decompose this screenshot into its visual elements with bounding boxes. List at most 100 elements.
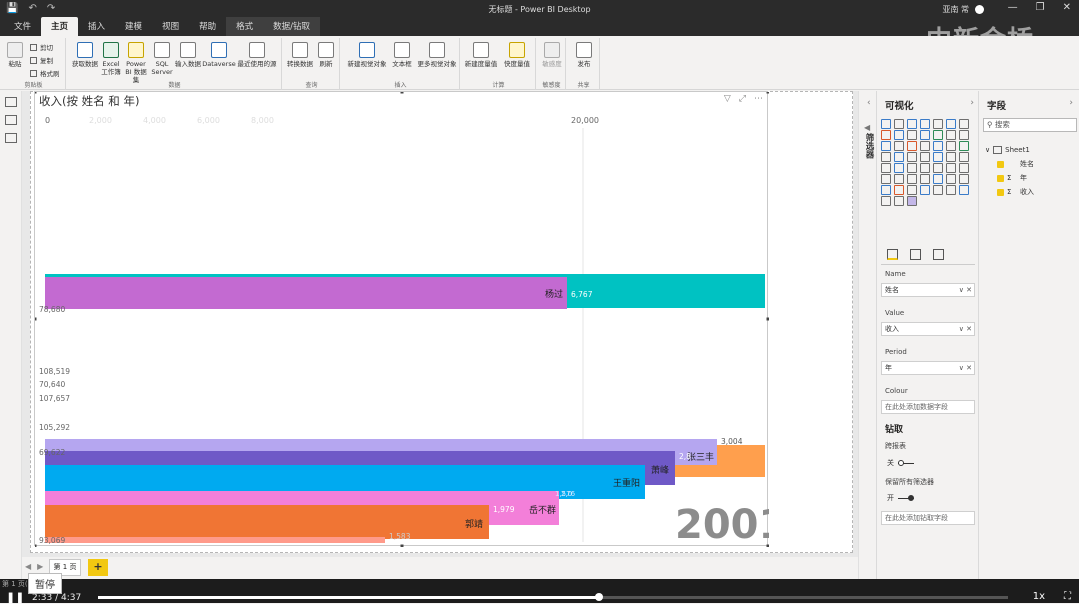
custom-12-icon[interactable] [959, 185, 969, 195]
textbox-button[interactable]: 文本框 [390, 42, 414, 68]
next-page-icon[interactable]: ▶ [37, 562, 43, 571]
area-icon[interactable] [881, 130, 891, 140]
smart-narrative-icon[interactable] [933, 163, 943, 173]
publish-button[interactable]: 发布 [572, 42, 596, 68]
copy-button[interactable]: 复制 [30, 55, 53, 65]
custom-3-icon[interactable] [933, 174, 943, 184]
checkbox-checked-icon[interactable] [997, 160, 1004, 168]
clustered-column-icon[interactable] [920, 119, 930, 129]
analytics-tab-icon[interactable] [933, 249, 944, 260]
custom-5-icon[interactable] [959, 174, 969, 184]
tab-file[interactable]: 文件 [4, 17, 41, 36]
paginated-icon[interactable] [946, 163, 956, 173]
stacked-area-icon[interactable] [894, 130, 904, 140]
custom-8-icon[interactable] [907, 185, 917, 195]
recent-sources-button[interactable]: 最近使用的源 [236, 42, 278, 68]
donut-icon[interactable] [894, 141, 904, 151]
keep-filters-toggle[interactable]: 开 [887, 493, 914, 503]
refresh-button[interactable]: 刷新 [316, 42, 336, 68]
stacked-column-icon[interactable] [894, 119, 904, 129]
add-page-button[interactable]: + [88, 559, 108, 576]
tab-modeling[interactable]: 建模 [115, 17, 152, 36]
power-apps-icon[interactable] [959, 163, 969, 173]
tab-help[interactable]: 帮助 [189, 17, 226, 36]
kpi-icon[interactable] [907, 152, 917, 162]
filled-map-icon[interactable] [933, 141, 943, 151]
tab-view[interactable]: 视图 [152, 17, 189, 36]
sensitivity-button[interactable]: 敏感度 [540, 42, 564, 68]
matrix-icon[interactable] [946, 152, 956, 162]
100-bar-icon[interactable] [933, 119, 943, 129]
checkbox-checked-icon[interactable] [997, 174, 1004, 182]
custom-9-icon[interactable] [920, 185, 930, 195]
line-icon[interactable] [959, 119, 969, 129]
racing-bar-chart-visual[interactable]: 收入(按 姓名 和 年) ▽ ⤢ ⋯ 0 2,000 4,000 6,000 8,000… [34, 91, 769, 547]
period-well[interactable]: 年 ∨ ✕ [881, 361, 975, 375]
data-view-icon[interactable] [5, 115, 17, 125]
100-column-icon[interactable] [946, 119, 956, 129]
format-painter-button[interactable]: 格式刷 [30, 68, 60, 78]
table-icon[interactable] [933, 152, 943, 162]
cut-button[interactable]: 剪切 [30, 42, 53, 52]
custom-6-icon[interactable] [881, 185, 891, 195]
tab-insert[interactable]: 插入 [78, 17, 115, 36]
field-item[interactable]: Σ 收入 [985, 185, 1034, 199]
visual-type-icon[interactable] [907, 196, 917, 206]
new-visual-button[interactable]: 新建视觉对象 [346, 42, 388, 68]
drill-field-well[interactable]: 在此处添加钻取字段 [881, 511, 975, 525]
filters-pane-collapsed[interactable]: ◀ 筛选器 [858, 91, 876, 579]
new-measure-button[interactable]: 新建度量值 [464, 42, 498, 68]
slicer-icon[interactable] [920, 152, 930, 162]
pbi-dataset-button[interactable]: Power BI 数据集 [123, 42, 149, 84]
user-account[interactable]: 亚南 常 [942, 4, 984, 15]
tab-data-drill[interactable]: 数据/钻取 [263, 17, 320, 36]
checkbox-checked-icon[interactable] [997, 188, 1004, 196]
remove-field-icon[interactable]: ∨ ✕ [959, 362, 972, 374]
custom-4-icon[interactable] [946, 174, 956, 184]
custom-10-icon[interactable] [933, 185, 943, 195]
video-progress-bar[interactable] [98, 593, 1008, 601]
excel-button[interactable]: Excel 工作簿 [101, 42, 121, 76]
scatter-icon[interactable] [959, 130, 969, 140]
visual-type-icon[interactable] [894, 196, 904, 206]
video-progress-knob[interactable] [594, 593, 603, 601]
cross-report-toggle[interactable]: 关 [887, 458, 914, 468]
funnel-icon[interactable] [946, 130, 956, 140]
paste-button[interactable]: 粘贴 [5, 42, 25, 68]
custom-2-icon[interactable] [920, 174, 930, 184]
map-icon[interactable] [920, 141, 930, 151]
get-data-button[interactable]: 获取数据 [70, 42, 100, 68]
colour-well[interactable]: 在此处添加数据字段 [881, 400, 975, 414]
fullscreen-icon[interactable]: ⛶ [1064, 591, 1071, 602]
table-sheet1[interactable]: ∨ Sheet1 [985, 143, 1034, 157]
key-influencers-icon[interactable] [894, 163, 904, 173]
tab-format[interactable]: 格式 [226, 17, 264, 36]
enter-data-button[interactable]: 输入数据 [174, 42, 202, 68]
collapse-left-icon[interactable]: ‹ [867, 98, 871, 108]
qa-icon[interactable] [920, 163, 930, 173]
decomposition-tree-icon[interactable] [907, 163, 917, 173]
model-view-icon[interactable] [5, 133, 17, 143]
minimize-icon[interactable]: — [1008, 2, 1018, 13]
clustered-bar-icon[interactable] [907, 119, 917, 129]
report-view-icon[interactable] [5, 97, 17, 107]
dataverse-button[interactable]: Dataverse [202, 42, 236, 68]
power-automate-icon[interactable] [881, 174, 891, 184]
custom-1-icon[interactable] [907, 174, 917, 184]
format-tab-icon[interactable] [910, 249, 921, 260]
playback-speed[interactable]: 1x [1033, 591, 1045, 602]
sql-server-button[interactable]: SQL Server [151, 42, 173, 76]
remove-field-icon[interactable]: ∨ ✕ [959, 284, 972, 296]
treemap-icon[interactable] [907, 141, 917, 151]
pie-icon[interactable] [881, 141, 891, 151]
quick-measure-button[interactable]: 快度量值 [500, 42, 534, 68]
python-visual-icon[interactable] [881, 163, 891, 173]
waterfall-icon[interactable] [933, 130, 943, 140]
r-visual-icon[interactable] [959, 152, 969, 162]
expand-filters-icon[interactable]: ◀ [864, 123, 870, 132]
value-well[interactable]: 收入 ∨ ✕ [881, 322, 975, 336]
close-icon[interactable]: ✕ [1063, 2, 1071, 13]
more-icon[interactable] [894, 174, 904, 184]
shape-map-icon[interactable] [946, 141, 956, 151]
collapse-fields-icon[interactable]: › [1069, 98, 1073, 108]
